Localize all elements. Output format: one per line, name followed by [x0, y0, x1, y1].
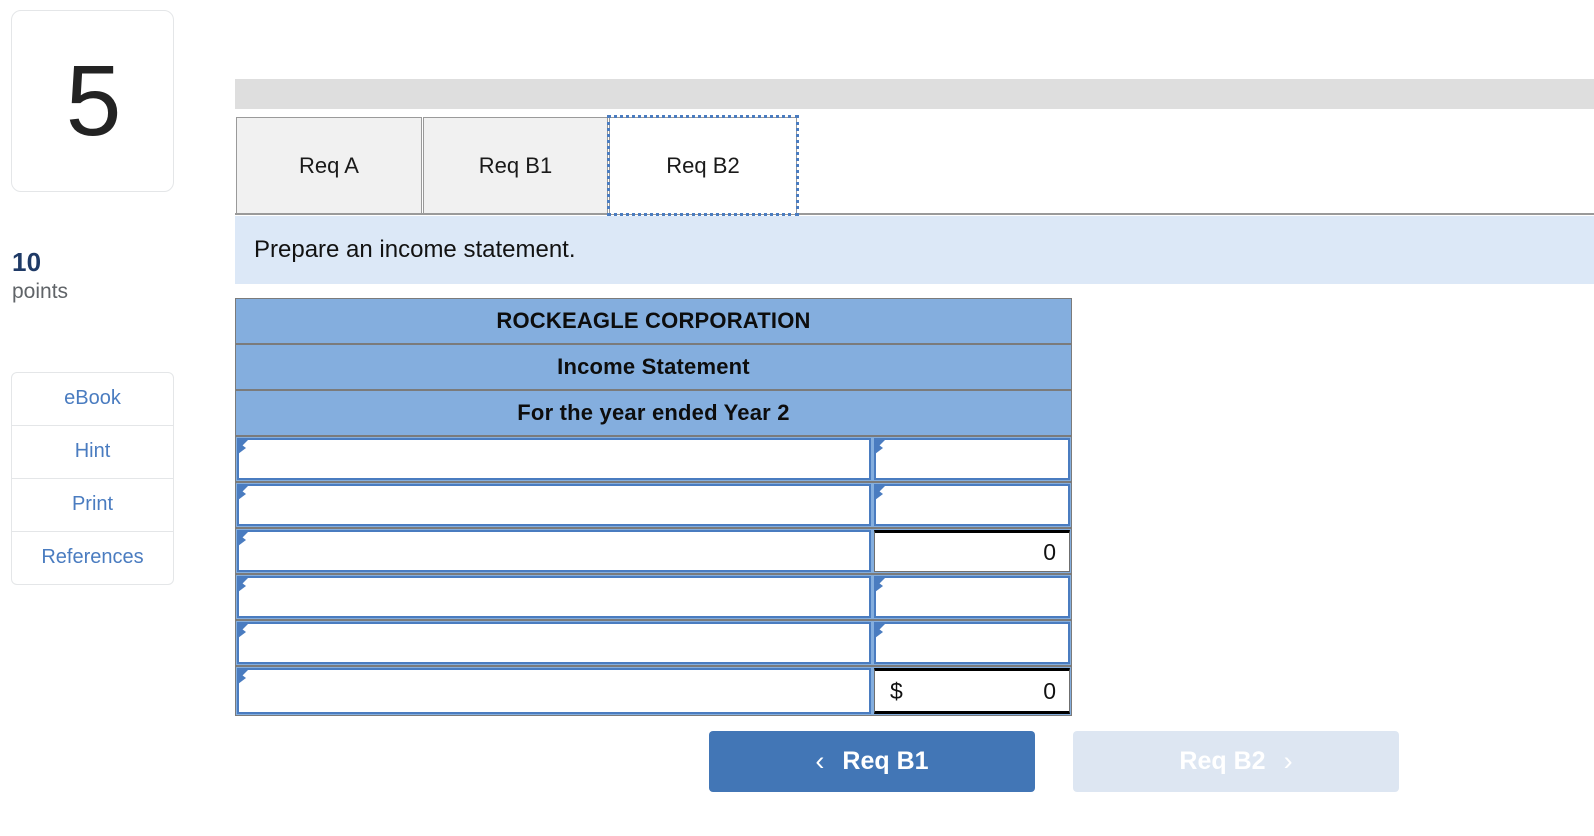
- grand-total-amount-6: $ 0: [874, 668, 1070, 714]
- amount-select-4[interactable]: [874, 576, 1070, 618]
- amount-select-1[interactable]: [874, 438, 1070, 480]
- dropdown-arrow-icon: [238, 624, 248, 638]
- dropdown-arrow-icon: [238, 670, 248, 684]
- account-select-2[interactable]: [237, 484, 871, 526]
- dropdown-arrow-icon: [238, 440, 248, 454]
- dropdown-arrow-icon: [875, 440, 885, 454]
- table-row: [236, 437, 1071, 483]
- statement-subtitle: Income Statement: [236, 345, 1071, 391]
- table-row: 0: [236, 529, 1071, 575]
- tab-req-a[interactable]: Req A: [236, 117, 422, 214]
- currency-symbol: $: [890, 677, 903, 704]
- sidebar: 5 10 points eBook Hint Print References: [0, 0, 230, 836]
- subtotal-amount-3: 0: [874, 530, 1070, 572]
- statement-period: For the year ended Year 2: [236, 391, 1071, 437]
- account-select-4[interactable]: [237, 576, 871, 618]
- account-select-1[interactable]: [237, 438, 871, 480]
- tab-req-b2[interactable]: Req B2: [607, 115, 799, 216]
- account-select-5[interactable]: [237, 622, 871, 664]
- dropdown-arrow-icon: [238, 532, 248, 546]
- dropdown-arrow-icon: [238, 578, 248, 592]
- hint-button[interactable]: Hint: [12, 426, 173, 479]
- points-label: points: [12, 279, 69, 303]
- income-statement-table: ROCKEAGLE CORPORATION Income Statement F…: [235, 298, 1072, 716]
- prev-requirement-button[interactable]: ‹ Req B1: [709, 731, 1035, 792]
- next-requirement-button: Req B2 ›: [1073, 731, 1399, 792]
- points-value: 10: [12, 247, 42, 277]
- print-button[interactable]: Print: [12, 479, 173, 532]
- table-row: $ 0: [236, 667, 1071, 715]
- amount-value-3: 0: [1043, 538, 1056, 565]
- main-content: Req A Req B1 Req B2 Prepare an income st…: [235, 0, 1594, 836]
- exercise-page: 5 10 points eBook Hint Print References …: [0, 0, 1594, 836]
- chevron-left-icon: ‹: [815, 746, 825, 776]
- account-select-6[interactable]: [237, 668, 871, 714]
- statement-title: ROCKEAGLE CORPORATION: [236, 299, 1071, 345]
- question-number-box: 5: [11, 10, 174, 192]
- amount-value-6: 0: [1043, 677, 1056, 704]
- requirement-tabs: Req A Req B1 Req B2: [235, 115, 1594, 216]
- instruction-text: Prepare an income statement.: [254, 236, 576, 263]
- instruction-banner: Prepare an income statement.: [235, 216, 1594, 284]
- table-row: [236, 575, 1071, 621]
- dropdown-arrow-icon: [875, 624, 885, 638]
- prev-requirement-label: Req B1: [842, 747, 929, 775]
- question-number: 5: [65, 45, 122, 157]
- tab-req-b1[interactable]: Req B1: [423, 117, 608, 214]
- dropdown-arrow-icon: [875, 486, 885, 500]
- chevron-right-icon: ›: [1283, 746, 1293, 776]
- amount-select-5[interactable]: [874, 622, 1070, 664]
- dropdown-arrow-icon: [238, 486, 248, 500]
- account-select-3[interactable]: [237, 530, 871, 572]
- toolbar-strip: [235, 79, 1594, 109]
- table-row: [236, 621, 1071, 667]
- points-display: 10 points: [12, 246, 68, 305]
- ebook-button[interactable]: eBook: [12, 373, 173, 426]
- table-row: [236, 483, 1071, 529]
- amount-select-2[interactable]: [874, 484, 1070, 526]
- requirement-navigation: ‹ Req B1 Req B2 ›: [709, 731, 1409, 793]
- dropdown-arrow-icon: [875, 578, 885, 592]
- next-requirement-label: Req B2: [1179, 747, 1266, 775]
- references-button[interactable]: References: [12, 532, 173, 584]
- tool-panel: eBook Hint Print References: [11, 372, 174, 585]
